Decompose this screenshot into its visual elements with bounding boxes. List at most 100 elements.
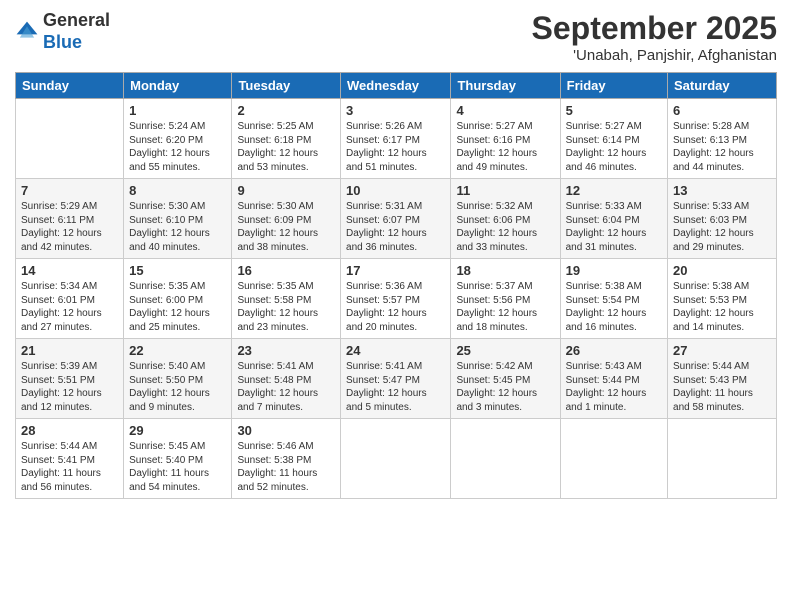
day-info: Sunrise: 5:35 AM Sunset: 5:58 PM Dayligh…	[237, 280, 335, 334]
table-row: 3Sunrise: 5:26 AM Sunset: 6:17 PM Daylig…	[341, 99, 451, 179]
table-row: 27 Sunrise: 5:44 AM Sunset: 5:43 PM Dayli…	[668, 339, 777, 419]
day-info: Sunrise: 5:44 AM Sunset: 5:41 PM Dayligh…	[21, 440, 118, 494]
logo-text: General Blue	[43, 10, 110, 53]
day-info: Sunrise: 5:33 AM Sunset: 6:03 PM Dayligh…	[673, 200, 771, 254]
day-number: 23	[237, 343, 335, 358]
day-info: Sunrise: 5:36 AM Sunset: 5:57 PM Dayligh…	[346, 280, 445, 334]
table-row: 21Sunrise: 5:39 AM Sunset: 5:51 PM Dayli…	[16, 339, 124, 419]
day-info: Sunrise: 5:27 AM Sunset: 6:16 PM Dayligh…	[456, 120, 554, 174]
calendar-week-row: 1 Sunrise: 5:24 AM Sunset: 6:20 PM Daylig…	[16, 99, 777, 179]
calendar-week-row: 14Sunrise: 5:34 AM Sunset: 6:01 PM Dayli…	[16, 259, 777, 339]
table-row: 9Sunrise: 5:30 AM Sunset: 6:09 PM Daylig…	[232, 179, 341, 259]
table-row: 1 Sunrise: 5:24 AM Sunset: 6:20 PM Daylig…	[124, 99, 232, 179]
day-number: 20	[673, 263, 771, 278]
day-info: Sunrise: 5:24 AM Sunset: 6:20 PM Dayligh…	[129, 120, 226, 174]
day-info: Sunrise: 5:32 AM Sunset: 6:06 PM Dayligh…	[456, 200, 554, 254]
day-number: 30	[237, 423, 335, 438]
col-monday: Monday	[124, 73, 232, 99]
table-row: 10 Sunrise: 5:31 AM Sunset: 6:07 PM Dayli…	[341, 179, 451, 259]
day-number: 29	[129, 423, 226, 438]
table-row: 29 Sunrise: 5:45 AM Sunset: 5:40 PM Dayli…	[124, 419, 232, 499]
day-number: 15	[129, 263, 226, 278]
logo-general: General	[43, 10, 110, 30]
table-row: 30 Sunrise: 5:46 AM Sunset: 5:38 PM Dayli…	[232, 419, 341, 499]
page: General Blue September 2025 'Unabah, Pan…	[0, 0, 792, 612]
day-number: 13	[673, 183, 771, 198]
month-title: September 2025	[532, 10, 777, 47]
day-info: Sunrise: 5:38 AM Sunset: 5:54 PM Dayligh…	[566, 280, 662, 334]
col-friday: Friday	[560, 73, 667, 99]
day-info: Sunrise: 5:45 AM Sunset: 5:40 PM Dayligh…	[129, 440, 226, 494]
day-info: Sunrise: 5:33 AM Sunset: 6:04 PM Dayligh…	[566, 200, 662, 254]
calendar-week-row: 28Sunrise: 5:44 AM Sunset: 5:41 PM Dayli…	[16, 419, 777, 499]
day-number: 8	[129, 183, 226, 198]
table-row: 22 Sunrise: 5:40 AM Sunset: 5:50 PM Dayli…	[124, 339, 232, 419]
day-number: 11	[456, 183, 554, 198]
table-row: 26Sunrise: 5:43 AM Sunset: 5:44 PM Dayli…	[560, 339, 667, 419]
day-info: Sunrise: 5:31 AM Sunset: 6:07 PM Dayligh…	[346, 200, 445, 254]
header: General Blue September 2025 'Unabah, Pan…	[15, 10, 777, 64]
table-row: 12 Sunrise: 5:33 AM Sunset: 6:04 PM Dayli…	[560, 179, 667, 259]
table-row: 24Sunrise: 5:41 AM Sunset: 5:47 PM Dayli…	[341, 339, 451, 419]
table-row	[451, 419, 560, 499]
day-info: Sunrise: 5:44 AM Sunset: 5:43 PM Dayligh…	[673, 360, 771, 414]
day-number: 9	[237, 183, 335, 198]
table-row: 20 Sunrise: 5:38 AM Sunset: 5:53 PM Dayli…	[668, 259, 777, 339]
table-row: 7 Sunrise: 5:29 AM Sunset: 6:11 PM Daylig…	[16, 179, 124, 259]
day-number: 7	[21, 183, 118, 198]
day-info: Sunrise: 5:37 AM Sunset: 5:56 PM Dayligh…	[456, 280, 554, 334]
day-info: Sunrise: 5:41 AM Sunset: 5:48 PM Dayligh…	[237, 360, 335, 414]
logo-blue: Blue	[43, 32, 82, 52]
calendar-week-row: 7 Sunrise: 5:29 AM Sunset: 6:11 PM Daylig…	[16, 179, 777, 259]
table-row: 11 Sunrise: 5:32 AM Sunset: 6:06 PM Dayli…	[451, 179, 560, 259]
table-row: 5Sunrise: 5:27 AM Sunset: 6:14 PM Daylig…	[560, 99, 667, 179]
table-row: 16Sunrise: 5:35 AM Sunset: 5:58 PM Dayli…	[232, 259, 341, 339]
day-number: 17	[346, 263, 445, 278]
calendar-table: Sunday Monday Tuesday Wednesday Thursday…	[15, 72, 777, 499]
table-row: 25 Sunrise: 5:42 AM Sunset: 5:45 PM Dayli…	[451, 339, 560, 419]
day-info: Sunrise: 5:38 AM Sunset: 5:53 PM Dayligh…	[673, 280, 771, 334]
table-row: 4Sunrise: 5:27 AM Sunset: 6:16 PM Daylig…	[451, 99, 560, 179]
day-number: 19	[566, 263, 662, 278]
title-block: September 2025 'Unabah, Panjshir, Afghan…	[532, 10, 777, 64]
calendar-week-row: 21Sunrise: 5:39 AM Sunset: 5:51 PM Dayli…	[16, 339, 777, 419]
day-info: Sunrise: 5:25 AM Sunset: 6:18 PM Dayligh…	[237, 120, 335, 174]
table-row	[16, 99, 124, 179]
day-info: Sunrise: 5:30 AM Sunset: 6:10 PM Dayligh…	[129, 200, 226, 254]
day-number: 27	[673, 343, 771, 358]
table-row	[668, 419, 777, 499]
day-info: Sunrise: 5:41 AM Sunset: 5:47 PM Dayligh…	[346, 360, 445, 414]
table-row	[560, 419, 667, 499]
col-thursday: Thursday	[451, 73, 560, 99]
day-info: Sunrise: 5:42 AM Sunset: 5:45 PM Dayligh…	[456, 360, 554, 414]
col-saturday: Saturday	[668, 73, 777, 99]
location: 'Unabah, Panjshir, Afghanistan	[532, 47, 777, 64]
table-row: 8 Sunrise: 5:30 AM Sunset: 6:10 PM Daylig…	[124, 179, 232, 259]
table-row: 18Sunrise: 5:37 AM Sunset: 5:56 PM Dayli…	[451, 259, 560, 339]
table-row: 23 Sunrise: 5:41 AM Sunset: 5:48 PM Dayli…	[232, 339, 341, 419]
day-info: Sunrise: 5:40 AM Sunset: 5:50 PM Dayligh…	[129, 360, 226, 414]
day-info: Sunrise: 5:46 AM Sunset: 5:38 PM Dayligh…	[237, 440, 335, 494]
table-row: 28Sunrise: 5:44 AM Sunset: 5:41 PM Dayli…	[16, 419, 124, 499]
day-number: 25	[456, 343, 554, 358]
table-row: 13 Sunrise: 5:33 AM Sunset: 6:03 PM Dayli…	[668, 179, 777, 259]
table-row: 6Sunrise: 5:28 AM Sunset: 6:13 PM Daylig…	[668, 99, 777, 179]
day-number: 10	[346, 183, 445, 198]
day-number: 14	[21, 263, 118, 278]
table-row	[341, 419, 451, 499]
table-row: 15Sunrise: 5:35 AM Sunset: 6:00 PM Dayli…	[124, 259, 232, 339]
calendar-header-row: Sunday Monday Tuesday Wednesday Thursday…	[16, 73, 777, 99]
day-number: 22	[129, 343, 226, 358]
day-info: Sunrise: 5:29 AM Sunset: 6:11 PM Dayligh…	[21, 200, 118, 254]
day-info: Sunrise: 5:27 AM Sunset: 6:14 PM Dayligh…	[566, 120, 662, 174]
table-row: 19 Sunrise: 5:38 AM Sunset: 5:54 PM Dayli…	[560, 259, 667, 339]
logo: General Blue	[15, 10, 110, 53]
table-row: 2Sunrise: 5:25 AM Sunset: 6:18 PM Daylig…	[232, 99, 341, 179]
table-row: 14Sunrise: 5:34 AM Sunset: 6:01 PM Dayli…	[16, 259, 124, 339]
day-number: 26	[566, 343, 662, 358]
day-info: Sunrise: 5:28 AM Sunset: 6:13 PM Dayligh…	[673, 120, 771, 174]
table-row: 17 Sunrise: 5:36 AM Sunset: 5:57 PM Dayli…	[341, 259, 451, 339]
day-number: 3	[346, 103, 445, 118]
day-number: 12	[566, 183, 662, 198]
day-number: 1	[129, 103, 226, 118]
